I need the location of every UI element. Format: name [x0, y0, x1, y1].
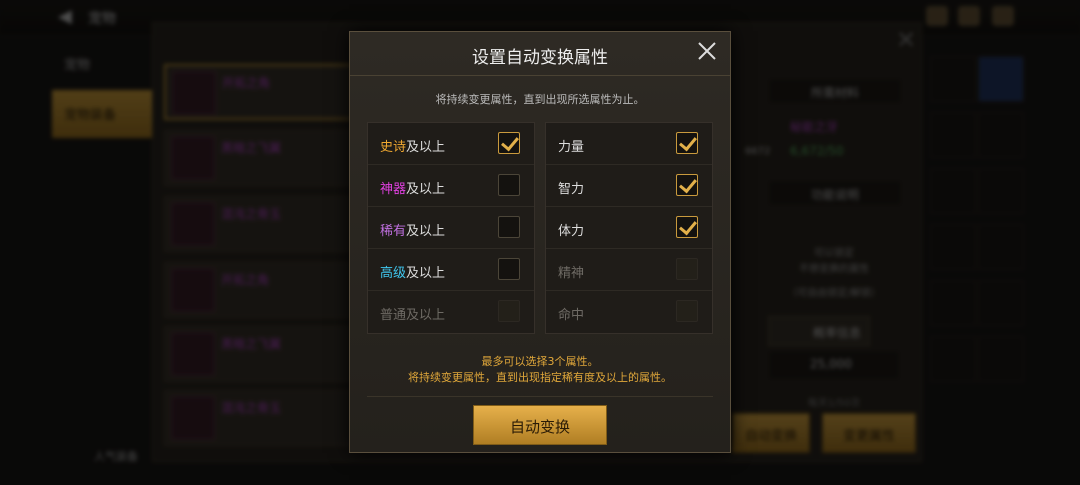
rarity-name: 普通: [380, 308, 407, 323]
rarity-label: 高级及以上: [380, 262, 445, 281]
close-icon[interactable]: [694, 40, 720, 66]
rarity-options: 史诗及以上 神器及以上 稀有及以上 高级及以上 普通及以上: [367, 122, 535, 334]
checkbox[interactable]: [498, 174, 520, 196]
rarity-label: 史诗及以上: [380, 136, 445, 155]
stat-label: 体力: [558, 224, 585, 239]
rarity-suffix: 及以上: [406, 182, 446, 197]
rarity-option-epic[interactable]: 史诗及以上: [368, 123, 534, 165]
dialog-description: 将持续变更属性，直到出现所选属性为止。: [435, 93, 645, 106]
rarity-option-rare[interactable]: 稀有及以上: [368, 207, 534, 249]
auto-change-button[interactable]: 自动变换: [473, 405, 607, 445]
checkbox-checked[interactable]: [676, 216, 698, 238]
rarity-name: 高级: [380, 266, 407, 281]
rarity-label: 稀有及以上: [380, 220, 445, 239]
rarity-suffix: 及以上: [406, 140, 446, 155]
stat-option-vitality[interactable]: 体力: [546, 207, 712, 249]
stat-option-hit: 命中: [546, 291, 712, 333]
stat-option-spirit: 精神: [546, 249, 712, 291]
auto-change-note: 将持续变更属性，直到出现指定稀有度及以上的属性。: [408, 371, 672, 384]
stat-label: 力量: [558, 140, 585, 155]
rarity-name: 史诗: [380, 140, 407, 155]
auto-change-button-label: 自动变换: [509, 418, 570, 436]
checkbox[interactable]: [498, 258, 520, 280]
dialog-title: 设置自动变换属性: [350, 32, 730, 76]
auto-change-settings-dialog: 设置自动变换属性 将持续变更属性，直到出现所选属性为止。 史诗及以上 神器及以上…: [349, 31, 731, 453]
checkbox[interactable]: [498, 216, 520, 238]
rarity-option-artifact[interactable]: 神器及以上: [368, 165, 534, 207]
stat-option-strength[interactable]: 力量: [546, 123, 712, 165]
checkbox-disabled: [498, 300, 520, 322]
rarity-suffix: 及以上: [406, 224, 446, 239]
selection-limit-note: 最多可以选择3个属性。: [481, 355, 599, 368]
checkbox-disabled: [676, 300, 698, 322]
rarity-option-advanced[interactable]: 高级及以上: [368, 249, 534, 291]
stat-label: 命中: [558, 308, 585, 323]
stat-label: 精神: [558, 266, 585, 281]
rarity-suffix: 及以上: [406, 308, 446, 323]
checkbox-checked[interactable]: [676, 174, 698, 196]
checkbox-checked[interactable]: [498, 132, 520, 154]
stat-label: 智力: [558, 182, 585, 197]
stat-options: 力量 智力 体力 精神 命中: [545, 122, 713, 334]
rarity-label: 神器及以上: [380, 178, 445, 197]
rarity-option-common: 普通及以上: [368, 291, 534, 333]
rarity-name: 神器: [380, 182, 407, 197]
stat-option-intelligence[interactable]: 智力: [546, 165, 712, 207]
rarity-name: 稀有: [380, 224, 407, 239]
rarity-suffix: 及以上: [406, 266, 446, 281]
screen: ◀ 宠物 宠物 宠物装备 开拓之角 黑暗之飞翼 混沌之骨玉 开拓之角 黑暗之飞翼…: [0, 0, 1080, 485]
divider: [367, 396, 713, 397]
rarity-label: 普通及以上: [380, 304, 445, 323]
checkbox-checked[interactable]: [676, 132, 698, 154]
checkbox-disabled: [676, 258, 698, 280]
